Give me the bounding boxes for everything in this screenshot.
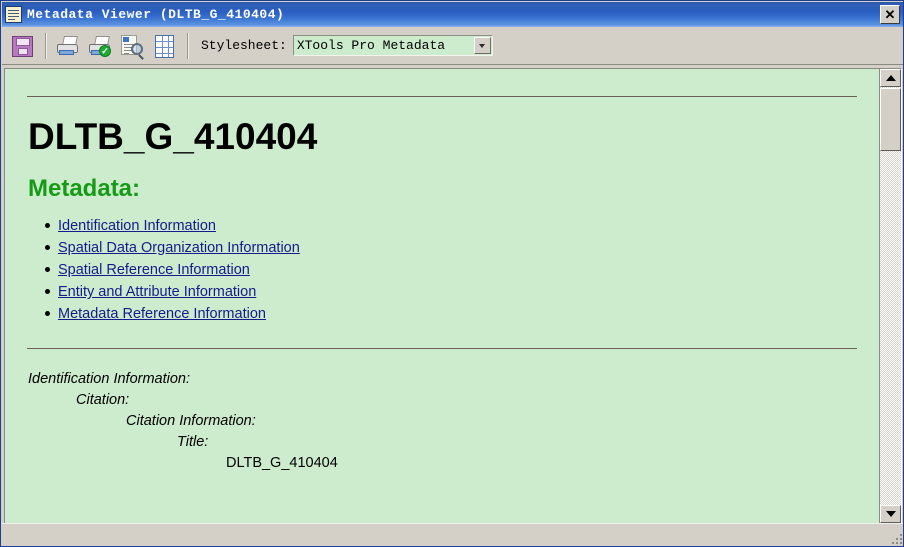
link-identification-information[interactable]: Identification Information (58, 218, 216, 234)
scroll-up-button[interactable] (880, 69, 901, 87)
meta-label-identification-information: Identification Information: (28, 371, 191, 388)
table-view-button[interactable] (149, 31, 179, 61)
status-bar (2, 523, 903, 545)
page-title: DLTB_G_410404 (28, 116, 318, 157)
toolbar: ✓ Stylesheet: XTools Pro Metadata (2, 27, 903, 65)
floppy-disk-icon (12, 35, 33, 57)
toolbar-group-file (7, 30, 39, 62)
list-item: Identification Information (45, 218, 857, 234)
toolbar-separator-1 (45, 32, 47, 59)
metadata-document-pane: DLTB_G_410404 Metadata: Identification I… (4, 68, 902, 524)
check-badge-icon: ✓ (99, 44, 111, 57)
list-item: Spatial Reference Information (45, 262, 857, 278)
print-button[interactable] (53, 31, 83, 61)
scrollbar-thumb[interactable] (880, 88, 901, 151)
stylesheet-label: Stylesheet: (201, 38, 287, 53)
chevron-down-icon[interactable] (473, 37, 491, 54)
metadata-viewer-window: Metadata Viewer (DLTB_G_410404) ✕ ✓ Styl… (0, 0, 904, 547)
meta-label-citation-information: Citation Information: (126, 413, 256, 430)
link-spatial-reference-information[interactable]: Spatial Reference Information (58, 262, 250, 278)
meta-label-citation: Citation: (76, 392, 130, 409)
vertical-scrollbar[interactable] (879, 69, 901, 523)
toolbar-separator-2 (187, 32, 189, 59)
document-icon (5, 6, 22, 23)
window-title: Metadata Viewer (DLTB_G_410404) (27, 7, 285, 22)
toolbar-group-print: ✓ (53, 30, 181, 62)
metadata-document: DLTB_G_410404 Metadata: Identification I… (5, 69, 879, 523)
print-preview-button[interactable] (117, 31, 147, 61)
save-button[interactable] (7, 31, 37, 61)
meta-label-title: Title: (177, 434, 209, 451)
link-spatial-data-organization-information[interactable]: Spatial Data Organization Information (58, 240, 300, 256)
resize-grip-icon[interactable] (888, 530, 902, 544)
list-item: Entity and Attribute Information (45, 284, 857, 300)
metadata-section-heading: Metadata: (28, 174, 141, 202)
link-entity-and-attribute-information[interactable]: Entity and Attribute Information (58, 284, 256, 300)
metadata-section-links: Identification Information Spatial Data … (27, 218, 857, 322)
stylesheet-selected-value: XTools Pro Metadata (296, 38, 446, 53)
divider-top (27, 96, 857, 97)
list-item: Metadata Reference Information (45, 306, 857, 322)
printer-check-icon: ✓ (88, 35, 112, 57)
title-bar[interactable]: Metadata Viewer (DLTB_G_410404) ✕ (2, 2, 903, 27)
close-button[interactable]: ✕ (880, 5, 900, 24)
scroll-down-button[interactable] (880, 505, 901, 523)
identification-information-block: Identification Information: Citation: Ci… (27, 369, 857, 474)
list-item: Spatial Data Organization Information (45, 240, 857, 256)
print-approve-button[interactable]: ✓ (85, 31, 115, 61)
printer-icon (56, 35, 80, 57)
divider-mid (27, 348, 857, 350)
link-metadata-reference-information[interactable]: Metadata Reference Information (58, 306, 266, 322)
table-grid-icon (155, 34, 174, 58)
document-magnifier-icon (121, 34, 144, 60)
meta-value-title: DLTB_G_410404 (226, 455, 338, 472)
stylesheet-select[interactable]: XTools Pro Metadata (292, 35, 493, 56)
